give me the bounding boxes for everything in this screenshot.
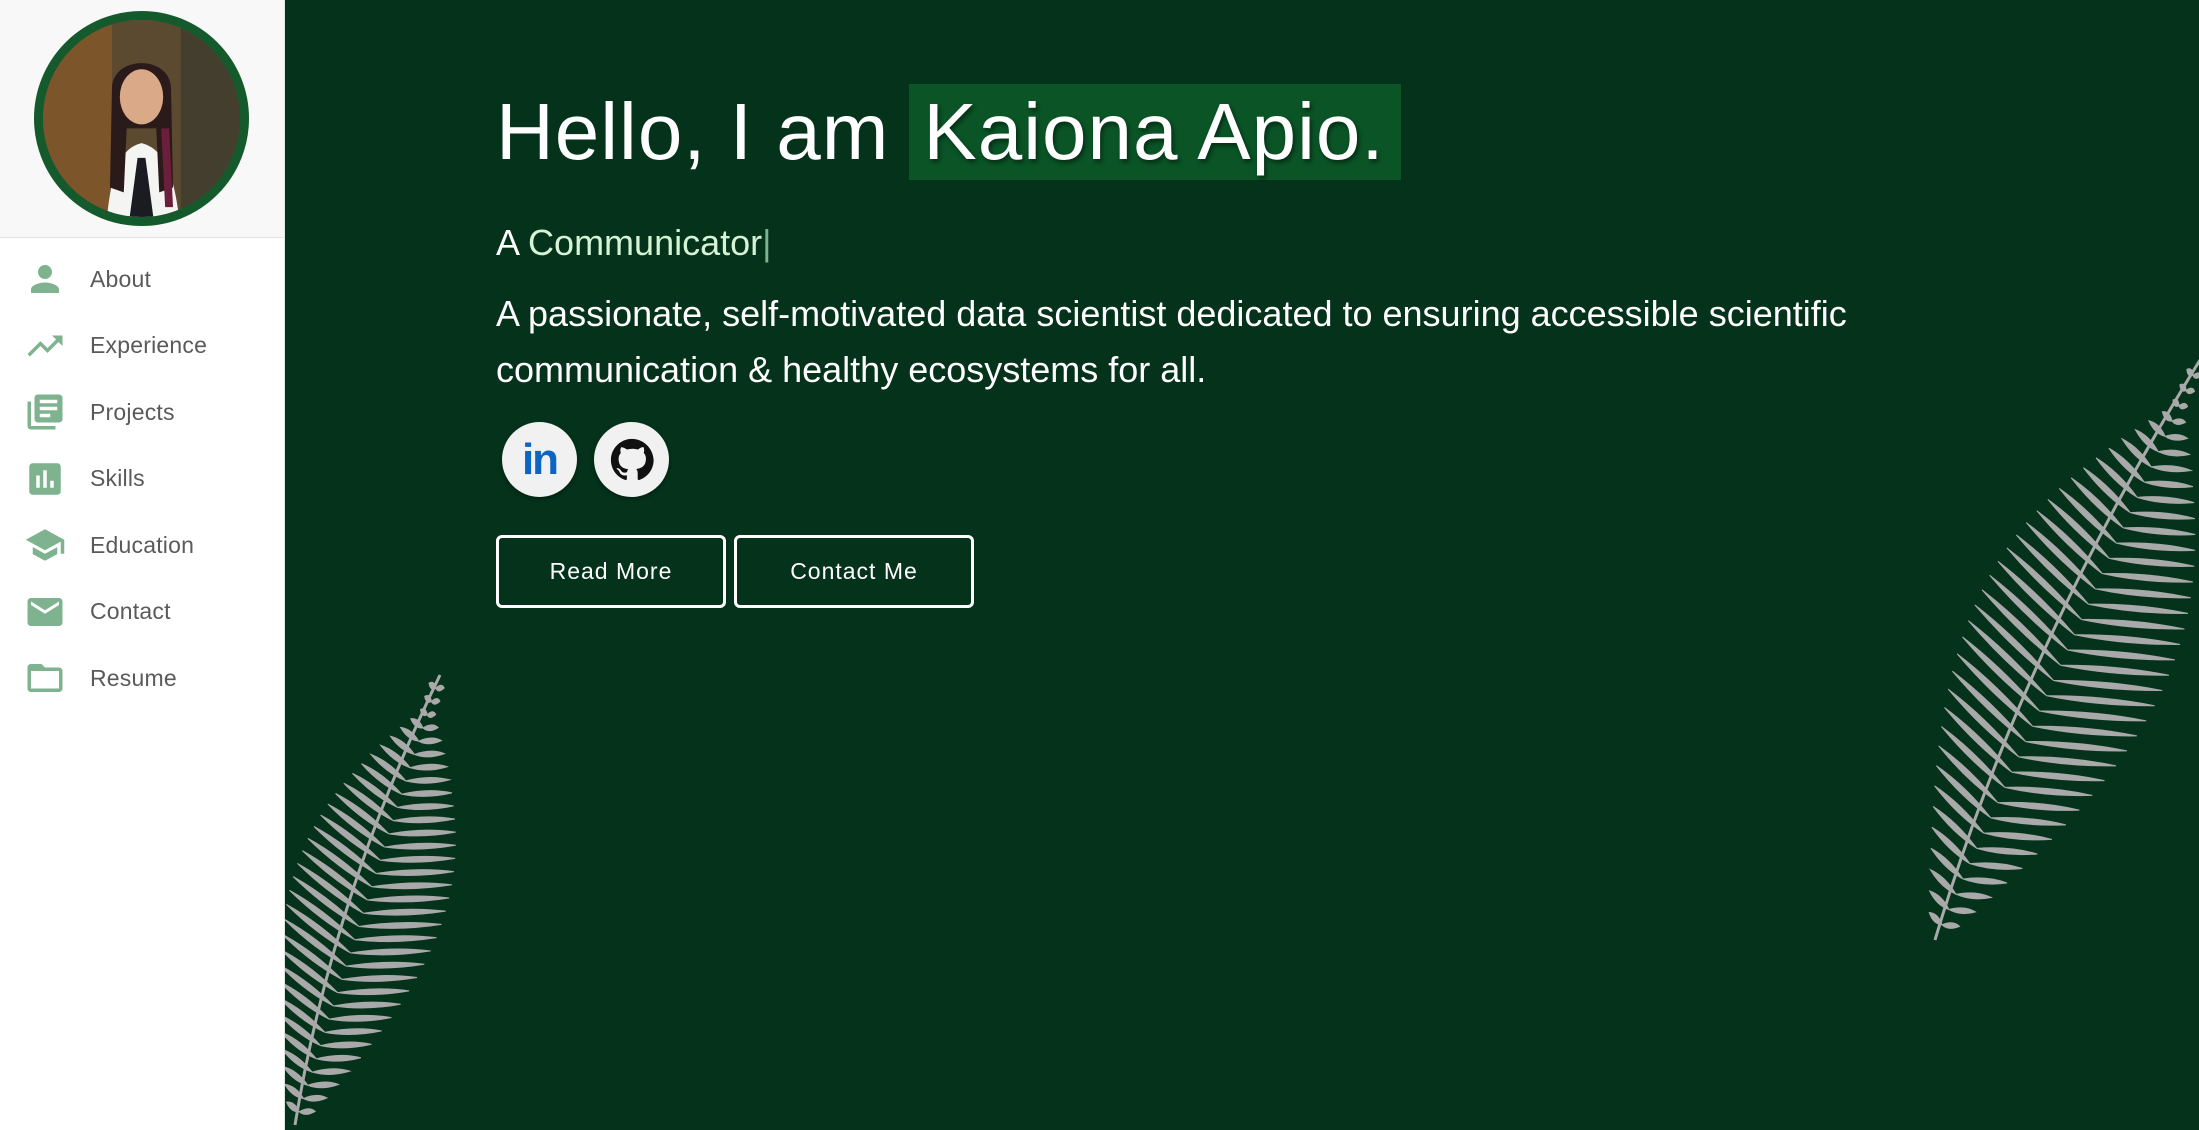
hero-content: Hello, I am Kaiona Apio. A Communicator|… [496,84,2096,608]
sidebar-item-about[interactable]: About [0,246,284,313]
contact-me-button[interactable]: Contact Me [734,535,974,608]
sidebar-item-skills[interactable]: Skills [0,446,284,513]
sidebar-item-label: Resume [90,664,177,691]
github-icon [610,438,654,480]
page-title: Hello, I am Kaiona Apio. [496,84,2096,180]
sidebar-item-label: About [90,265,152,292]
library-books-icon [24,391,66,433]
greeting-text: Hello, I am [496,87,890,176]
avatar [34,11,249,226]
role-typed-text: Communicator [528,222,763,263]
trending-up-icon [24,325,66,367]
linkedin-link[interactable]: in [502,422,577,497]
sidebar-item-label: Education [90,531,195,558]
role-prefix: A [496,222,519,263]
graduation-cap-icon [24,524,66,566]
name-highlight: Kaiona Apio. [909,84,1401,180]
tagline: A passionate, self-motivated data scient… [496,293,1847,390]
github-link[interactable] [594,422,669,497]
avatar-portrait [43,20,240,217]
sidebar-item-label: Experience [90,332,208,359]
cta-buttons: Read More Contact Me [496,535,2096,608]
social-links: in [496,422,2096,497]
bar-chart-icon [24,458,66,500]
avatar-header [0,0,284,238]
sidebar-item-experience[interactable]: Experience [0,313,284,380]
sidebar-item-education[interactable]: Education [0,512,284,579]
role-typewriter: A Communicator| [496,222,2096,264]
sidebar: About Experience Projects Skills Educati… [0,0,285,1130]
sidebar-item-label: Skills [90,465,145,492]
person-icon [24,258,66,300]
linkedin-icon: in [521,434,559,484]
sidebar-item-resume[interactable]: Resume [0,645,284,712]
mail-icon [24,591,66,633]
hero-section: Hello, I am Kaiona Apio. A Communicator|… [285,0,2199,1130]
read-more-button[interactable]: Read More [496,535,726,608]
sidebar-nav: About Experience Projects Skills Educati… [0,238,284,712]
sidebar-item-projects[interactable]: Projects [0,379,284,446]
folder-icon [24,657,66,699]
sidebar-item-label: Contact [90,598,171,625]
sidebar-item-label: Projects [90,398,175,425]
typing-cursor: | [762,222,772,263]
sidebar-item-contact[interactable]: Contact [0,579,284,646]
fern-decoration-left [285,655,585,1130]
